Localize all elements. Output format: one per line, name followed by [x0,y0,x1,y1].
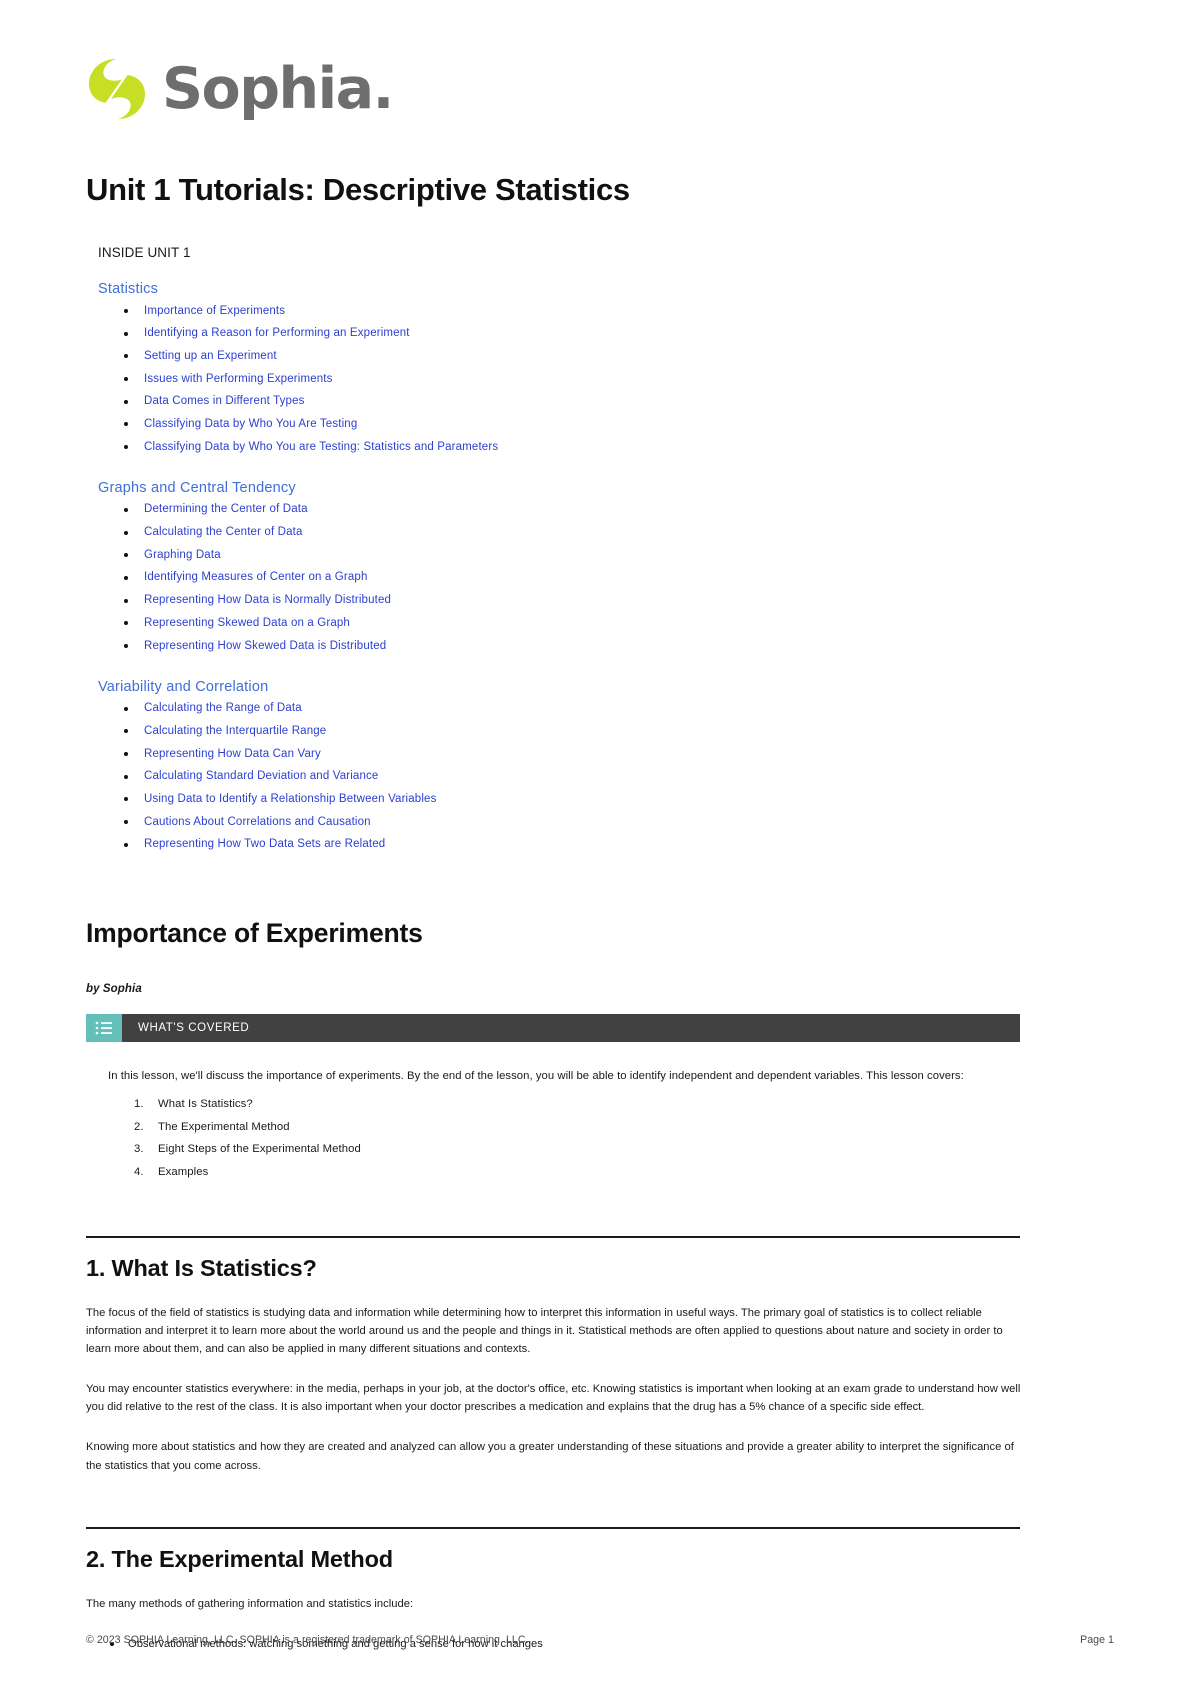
objective-item: The Experimental Method [134,1120,290,1133]
section-paragraph: You may encounter statistics everywhere:… [86,1383,1021,1414]
toc-link[interactable]: Classifying Data by Who You Are Testing [122,413,1020,436]
section-divider [86,1235,1020,1238]
brand-wordmark: Sophia. [162,55,394,122]
section-divider [86,1526,1020,1529]
toc-link[interactable]: Identifying a Reason for Performing an E… [122,323,1020,346]
toc-link[interactable]: Classifying Data by Who You are Testing:… [122,436,1020,459]
toc-list: Calculating the Range of Data Calculatin… [122,698,1020,857]
toc-link[interactable]: Calculating the Range of Data [122,698,1020,721]
sophia-leaf-logo-icon [86,57,148,121]
toc-link[interactable]: Calculating the Center of Data [122,522,1020,545]
table-of-contents: Statistics Importance of Experiments Ide… [86,281,1020,856]
toc-section-title: Variability and Correlation [98,678,269,695]
toc-link[interactable]: Setting up an Experiment [122,345,1020,368]
toc-list: Importance of Experiments Identifying a … [122,300,1020,459]
lesson-byline: by Sophia [86,983,142,996]
toc-link[interactable]: Issues with Performing Experiments [122,368,1020,391]
toc-link[interactable]: Identifying Measures of Center on a Grap… [122,567,1020,590]
lesson-title: Importance of Experiments [86,918,423,949]
toc-link[interactable]: Calculating the Interquartile Range [122,720,1020,743]
section-paragraph: The focus of the field of statistics is … [86,1306,1003,1356]
objective-item: What Is Statistics? [134,1098,253,1111]
lesson-intro: In this lesson, we'll discuss the import… [108,1070,964,1083]
whats-covered-bar: WHAT'S COVERED [122,1014,1020,1043]
toc-section-statistics: Statistics Importance of Experiments Ide… [98,281,1020,459]
whats-covered-content: In this lesson, we'll discuss the import… [86,1068,1020,1183]
section-heading-1: 1. What Is Statistics? [86,1254,317,1281]
toc-list: Determining the Center of Data Calculati… [122,499,1020,658]
objective-item: Eight Steps of the Experimental Method [134,1143,361,1156]
toc-section-title: Graphs and Central Tendency [98,479,296,496]
toc-link[interactable]: Data Comes in Different Types [122,391,1020,414]
section-paragraph: The many methods of gathering informatio… [86,1597,414,1610]
section-heading-2: 2. The Experimental Method [86,1545,393,1572]
toc-link[interactable]: Representing Skewed Data on a Graph [122,612,1020,635]
brand-logo: Sophia. [86,50,1020,128]
page-number: Page 1 [1080,1634,1114,1646]
objectives-list: What Is Statistics? The Experimental Met… [134,1094,1020,1184]
objective-item: Examples [134,1165,209,1178]
toc-section-variability-and-correlation: Variability and Correlation Calculating … [98,679,1020,857]
page-content: Sophia. Unit 1 Tutorials: Descriptive St… [0,0,1200,1656]
page-footer: © 2023 SOPHIA Learning, LLC. SOPHIA is a… [86,1634,1114,1646]
document-page: Sophia. Unit 1 Tutorials: Descriptive St… [0,0,1200,1698]
toc-link[interactable]: Representing How Skewed Data is Distribu… [122,635,1020,658]
list-icon [86,1014,122,1043]
toc-link[interactable]: Calculating Standard Deviation and Varia… [122,766,1020,789]
page-title: Unit 1 Tutorials: Descriptive Statistics [86,172,630,207]
whats-covered-label: WHAT'S COVERED [138,1022,250,1035]
toc-link[interactable]: Representing How Two Data Sets are Relat… [122,834,1020,857]
toc-link[interactable]: Determining the Center of Data [122,499,1020,522]
whats-covered-banner: WHAT'S COVERED [86,1014,1020,1043]
copyright-text: © 2023 SOPHIA Learning, LLC. SOPHIA is a… [86,1634,529,1646]
toc-link[interactable]: Graphing Data [122,544,1020,567]
toc-section-graphs-and-central-tendency: Graphs and Central Tendency Determining … [98,480,1020,658]
toc-link[interactable]: Using Data to Identify a Relationship Be… [122,788,1020,811]
toc-link[interactable]: Cautions About Correlations and Causatio… [122,811,1020,834]
toc-label: INSIDE UNIT 1 [98,245,191,260]
toc-section-title: Statistics [98,281,159,297]
toc-link[interactable]: Representing How Data is Normally Distri… [122,590,1020,613]
section-paragraph: Knowing more about statistics and how th… [86,1441,1014,1472]
toc-link[interactable]: Importance of Experiments [122,300,1020,323]
toc-link[interactable]: Representing How Data Can Vary [122,743,1020,766]
